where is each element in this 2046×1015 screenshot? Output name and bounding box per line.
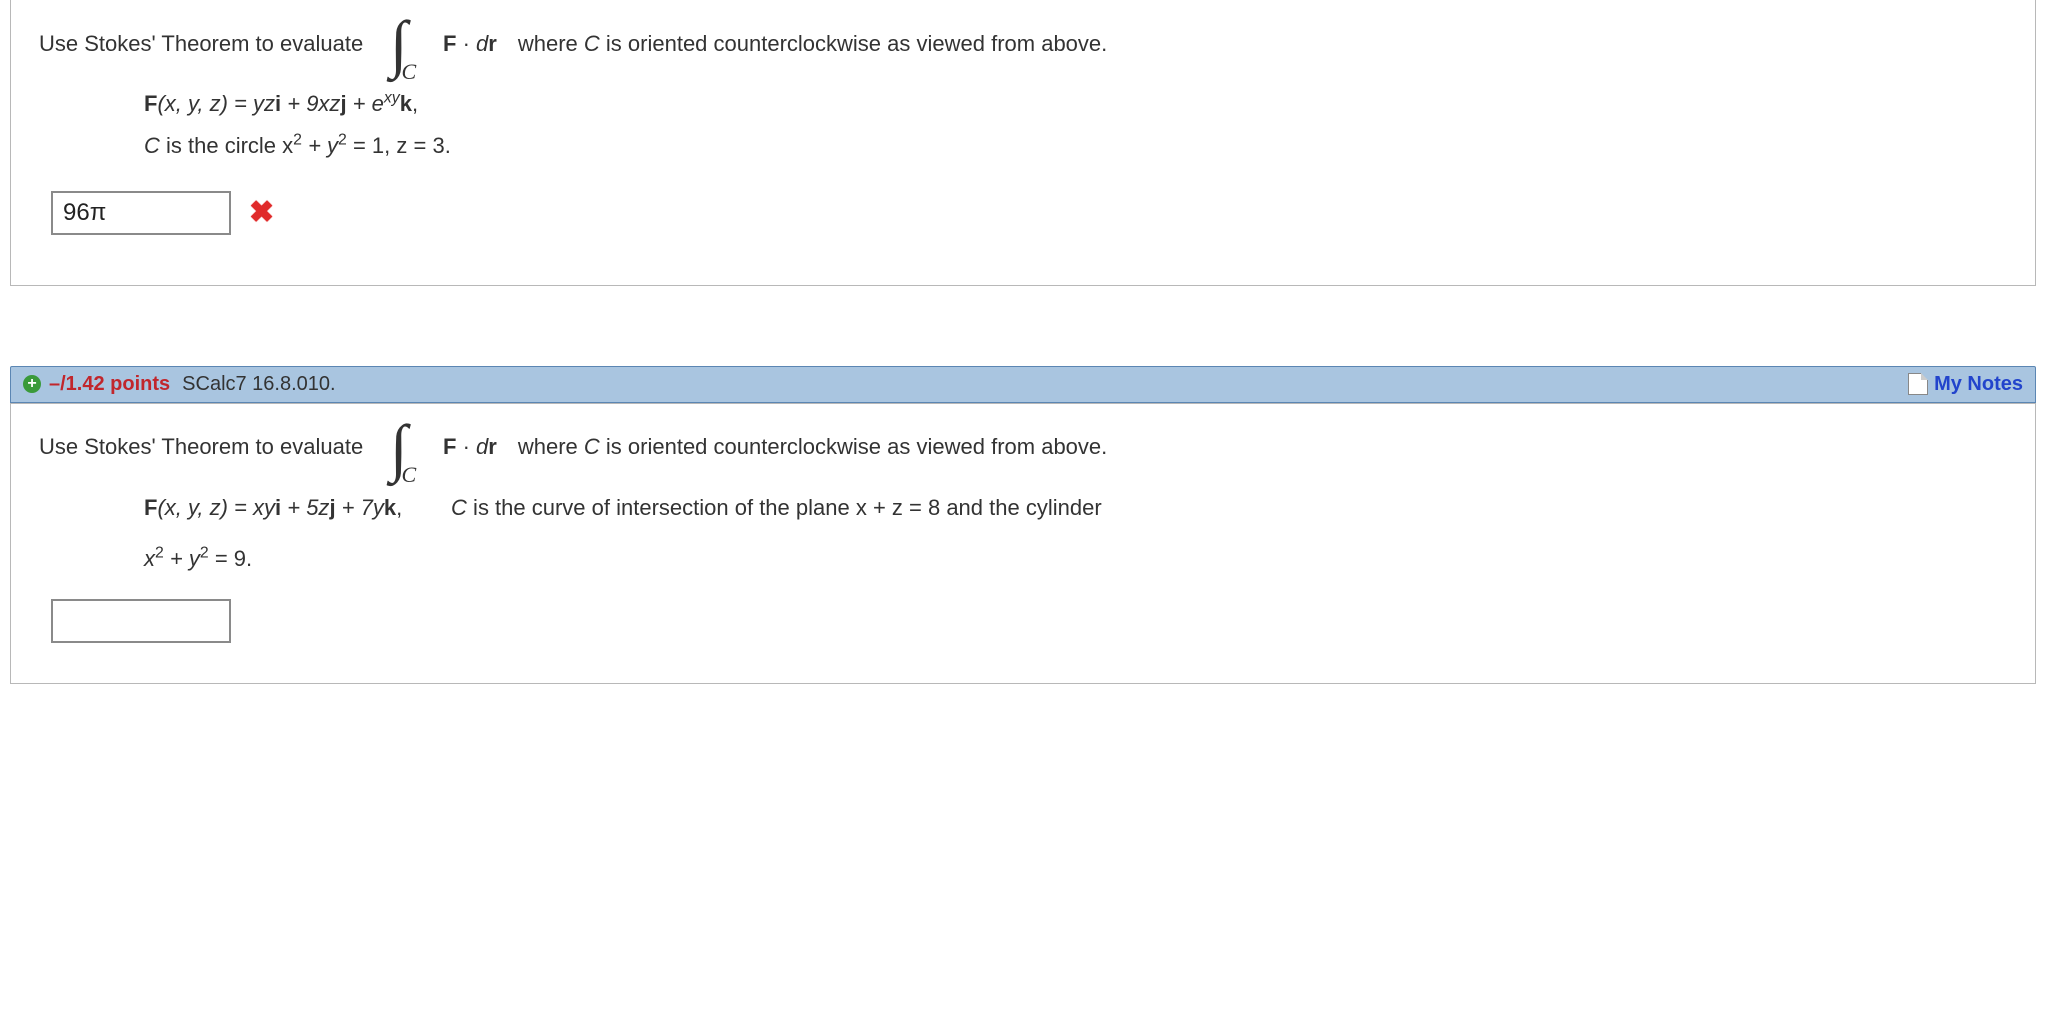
dot: · (456, 434, 476, 459)
question-1-box: Use Stokes' Theorem to evaluate ∫ C F · … (10, 0, 2036, 286)
integral-symbol: ∫ C (390, 18, 422, 69)
vector-F: F (443, 434, 456, 459)
cylinder-line: x2 + y2 = 9. (144, 538, 2007, 580)
curve-condition: C is the curve of intersection of the pl… (451, 487, 1102, 529)
source-text: SCalc7 16.8.010. (182, 373, 335, 396)
answer-row (51, 599, 2007, 643)
question-2-box: Use Stokes' Theorem to evaluate ∫ C F · … (10, 403, 2036, 685)
notes-label: My Notes (1934, 373, 2023, 396)
incorrect-icon: ✖ (249, 195, 274, 230)
question-header: + –/1.42 points SCalc7 16.8.010. My Note… (10, 366, 2036, 403)
vector-r: r (488, 434, 497, 459)
spacer (10, 286, 2036, 366)
integral-sub: C (402, 462, 417, 488)
prompt-pre: Use Stokes' Theorem to evaluate (39, 434, 363, 460)
prompt-line: Use Stokes' Theorem to evaluate ∫ C F · … (39, 422, 2007, 473)
points-text: –/1.42 points (49, 373, 170, 396)
dot: · (456, 31, 476, 56)
curve-line: C is the circle x2 + y2 = 1, z = 3. (144, 125, 2007, 167)
integrand: F · dr (443, 434, 497, 460)
integral-symbol: ∫ C (390, 422, 422, 473)
answer-row: ✖ (51, 191, 2007, 235)
vector-field-line: F(x, y, z) = xyi + 5zj + 7yk, (144, 487, 402, 529)
prompt-line: Use Stokes' Theorem to evaluate ∫ C F · … (39, 18, 2007, 69)
prompt-pre: Use Stokes' Theorem to evaluate (39, 31, 363, 57)
answer-input[interactable] (51, 191, 231, 235)
integral-sub: C (402, 59, 417, 85)
expand-icon[interactable]: + (23, 375, 41, 393)
prompt-post: where C is oriented counterclockwise as … (506, 31, 1108, 57)
my-notes-button[interactable]: My Notes (1908, 373, 2023, 396)
d: d (476, 434, 488, 459)
problem-definition: F(x, y, z) = yzi + 9xzj + exyk, C is the… (144, 83, 2007, 167)
problem-definition: F(x, y, z) = xyi + 5zj + 7yk, C is the c… (144, 487, 2007, 579)
integrand: F · dr (443, 31, 497, 57)
notes-icon (1908, 373, 1928, 395)
prompt-post: where C is oriented counterclockwise as … (506, 434, 1108, 460)
vector-F: F (443, 31, 456, 56)
vector-field-line: F(x, y, z) = yzi + 9xzj + exyk, (144, 83, 2007, 125)
d: d (476, 31, 488, 56)
answer-input[interactable] (51, 599, 231, 643)
vector-r: r (488, 31, 497, 56)
header-left: + –/1.42 points SCalc7 16.8.010. (23, 373, 336, 396)
